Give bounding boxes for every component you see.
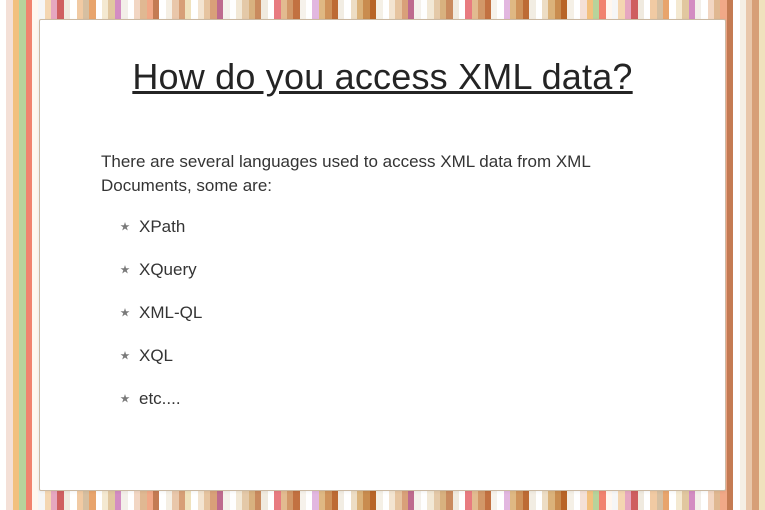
star-bullet-icon	[119, 221, 131, 233]
star-bullet-icon	[119, 264, 131, 276]
list-item: XPath	[119, 217, 202, 237]
list-item: XML-QL	[119, 303, 202, 323]
list-item-label: XML-QL	[139, 303, 202, 323]
list-item-label: etc....	[139, 389, 181, 409]
slide-intro-text: There are several languages used to acce…	[101, 150, 671, 198]
list-item-label: XQL	[139, 346, 173, 366]
list-item-label: XQuery	[139, 260, 197, 280]
star-bullet-icon	[119, 307, 131, 319]
star-bullet-icon	[119, 393, 131, 405]
list-item: XQL	[119, 346, 202, 366]
bullet-list: XPath XQuery XML-QL XQL etc....	[119, 217, 202, 432]
list-item: etc....	[119, 389, 202, 409]
slide-card: How do you access XML data? There are se…	[39, 19, 726, 491]
slide-title: How do you access XML data?	[40, 56, 725, 98]
list-item: XQuery	[119, 260, 202, 280]
star-bullet-icon	[119, 350, 131, 362]
list-item-label: XPath	[139, 217, 185, 237]
